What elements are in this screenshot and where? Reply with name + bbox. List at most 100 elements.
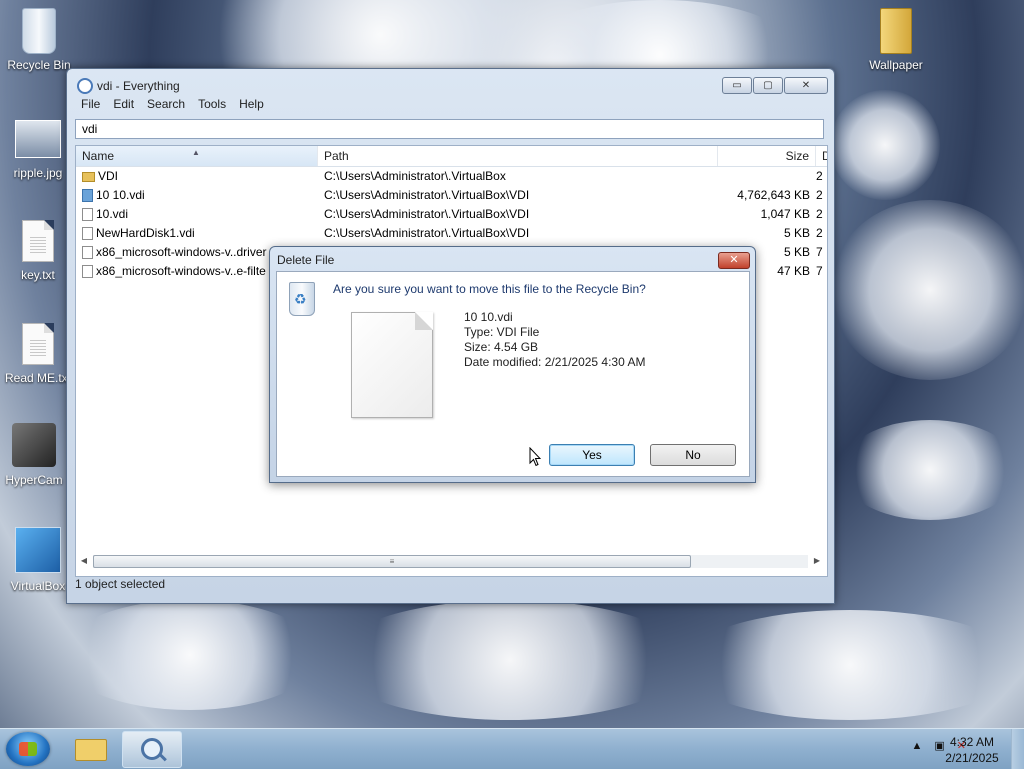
text-file-icon xyxy=(22,220,54,262)
file-preview-icon xyxy=(351,312,433,418)
file-type: Type: VDI File xyxy=(464,325,540,339)
scroll-right-icon[interactable]: ▶ xyxy=(810,555,824,567)
menu-help[interactable]: Help xyxy=(239,97,264,117)
desktop-icon-readme-txt[interactable]: Read ME.txt xyxy=(0,323,76,385)
desktop-icon-label: ripple.jpg xyxy=(13,166,63,180)
everything-app-icon xyxy=(77,78,93,94)
show-desktop-button[interactable] xyxy=(1011,729,1024,769)
dialog-close-button[interactable]: ✕ xyxy=(718,252,750,269)
table-row[interactable]: 10 10.vdi C:\Users\Administrator\.Virtua… xyxy=(76,186,827,205)
row-name: NewHardDisk1.vdi xyxy=(96,226,195,240)
desktop-icon-virtualbox[interactable]: VirtualBox xyxy=(0,527,76,593)
delete-file-dialog: Delete File ✕ Are you sure you want to m… xyxy=(269,246,756,483)
scroll-thumb[interactable]: ≡ xyxy=(93,555,691,568)
row-size xyxy=(718,167,816,186)
close-button[interactable]: ✕ xyxy=(784,77,828,94)
desktop-icon-label: Wallpaper xyxy=(869,58,923,72)
desktop-icon-hypercam[interactable]: HyperCam xyxy=(0,423,72,487)
table-row[interactable]: NewHardDisk1.vdi C:\Users\Administrator\… xyxy=(76,224,827,243)
desktop-icon-wallpaper[interactable]: Wallpaper xyxy=(858,8,934,72)
taskbar-explorer-button[interactable] xyxy=(61,731,119,766)
vdi-file-icon xyxy=(82,189,93,202)
virtualbox-icon xyxy=(15,527,61,573)
sort-ascending-icon: ▲ xyxy=(192,148,200,157)
desktop-icon-label: HyperCam xyxy=(5,473,63,487)
desktop-icon-label: key.txt xyxy=(21,268,55,282)
row-path: C:\Users\Administrator\.VirtualBox\VDI xyxy=(324,188,530,202)
table-row[interactable]: VDI C:\Users\Administrator\.VirtualBox 2 xyxy=(76,167,827,186)
file-size: Size: 4.54 GB xyxy=(464,340,539,354)
recycle-bin-icon xyxy=(289,282,315,316)
column-headers: Name▲ Path Size D xyxy=(76,146,827,167)
folder-icon xyxy=(82,171,95,182)
hypercam-icon xyxy=(12,423,56,467)
row-size: 1,047 KB xyxy=(760,207,810,221)
file-icon xyxy=(82,246,93,259)
row-name: x86_microsoft-windows-v..driver xyxy=(96,245,267,259)
search-input[interactable]: vdi xyxy=(75,119,824,139)
desktop-icon-ripple[interactable]: ripple.jpg xyxy=(0,120,76,180)
dialog-question: Are you sure you want to move this file … xyxy=(333,282,646,296)
menu-search[interactable]: Search xyxy=(147,97,185,117)
start-button[interactable] xyxy=(6,732,50,766)
desktop-icon-label: Recycle Bin xyxy=(7,58,71,72)
taskbar-everything-button[interactable] xyxy=(122,731,182,768)
scroll-left-icon[interactable]: ◀ xyxy=(77,555,91,567)
maximize-button[interactable]: ▢ xyxy=(753,77,783,94)
row-name: x86_microsoft-windows-v..e-filte xyxy=(96,264,266,278)
file-icon xyxy=(82,227,93,240)
row-date: 7 xyxy=(816,264,823,278)
row-date: 2 xyxy=(816,188,823,202)
status-bar: 1 object selected xyxy=(75,577,166,591)
recycle-bin-icon xyxy=(22,8,56,54)
clock-date: 2/21/2025 xyxy=(945,751,999,765)
row-path: C:\Users\Administrator\.VirtualBox xyxy=(324,169,506,183)
column-header-name[interactable]: Name ▲ xyxy=(76,146,318,166)
taskbar: ▲ ▣ ✕ 4:32 AM 2/21/2025 xyxy=(0,728,1024,769)
row-date: 7 xyxy=(816,245,823,259)
window-title: vdi - Everything xyxy=(97,79,180,93)
menu-file[interactable]: File xyxy=(81,97,100,117)
row-date: 2 xyxy=(816,226,823,240)
search-icon xyxy=(141,738,163,760)
file-icon xyxy=(82,265,93,278)
column-header-date[interactable]: D xyxy=(816,146,827,166)
desktop-icon-recycle-bin[interactable]: Recycle Bin xyxy=(1,8,77,72)
no-button[interactable]: No xyxy=(650,444,736,466)
row-size: 4,762,643 KB xyxy=(737,188,810,202)
row-date: 2 xyxy=(816,169,823,183)
scroll-track[interactable]: ≡ xyxy=(93,555,808,568)
minimize-button[interactable]: ▭ xyxy=(722,77,752,94)
menu-edit[interactable]: Edit xyxy=(113,97,134,117)
row-name: 10 10.vdi xyxy=(96,188,145,202)
clock[interactable]: 4:32 AM 2/21/2025 xyxy=(932,734,1012,766)
row-path: C:\Users\Administrator\.VirtualBox\VDI xyxy=(324,226,530,240)
file-info: 10 10.vdi Type: VDI File Size: 4.54 GB D… xyxy=(464,310,645,370)
menu-bar: File Edit Search Tools Help xyxy=(75,97,264,117)
mouse-pointer-icon xyxy=(529,447,541,467)
file-modified: Date modified: 2/21/2025 4:30 AM xyxy=(464,355,646,369)
file-name: 10 10.vdi xyxy=(464,310,513,324)
dialog-title: Delete File xyxy=(277,253,335,267)
column-header-size[interactable]: Size xyxy=(718,146,816,166)
clock-time: 4:32 AM xyxy=(949,735,995,749)
desktop-icon-key-txt[interactable]: key.txt xyxy=(0,220,76,282)
table-row[interactable]: 10.vdi C:\Users\Administrator\.VirtualBo… xyxy=(76,205,827,224)
file-icon xyxy=(82,208,93,221)
show-hidden-icons-icon[interactable]: ▲ xyxy=(911,740,922,752)
image-file-icon xyxy=(15,120,61,158)
row-name: 10.vdi xyxy=(96,207,129,221)
text-file-icon xyxy=(22,323,54,365)
row-size: 5 KB xyxy=(783,226,810,240)
row-name: VDI xyxy=(98,169,119,183)
folder-icon xyxy=(75,739,107,761)
desktop-icon-label: Read ME.txt xyxy=(4,371,72,385)
column-header-path[interactable]: Path xyxy=(318,146,718,166)
horizontal-scrollbar[interactable]: ◀ ≡ ▶ xyxy=(75,553,826,569)
folder-icon xyxy=(880,8,912,54)
row-date: 2 xyxy=(816,207,823,221)
yes-button[interactable]: Yes xyxy=(549,444,635,466)
desktop-icon-label: VirtualBox xyxy=(10,579,66,593)
dialog-body: Are you sure you want to move this file … xyxy=(276,271,750,477)
menu-tools[interactable]: Tools xyxy=(198,97,226,117)
